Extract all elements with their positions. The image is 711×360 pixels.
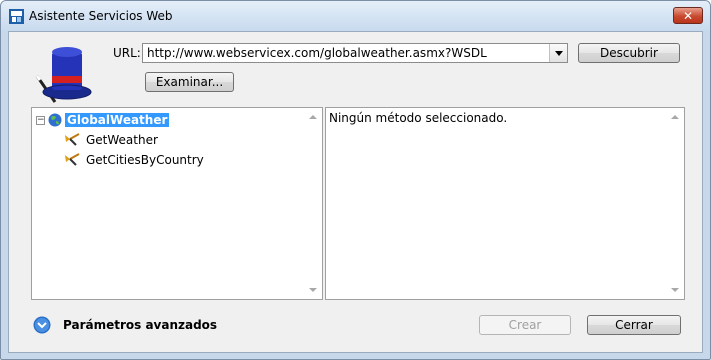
detail-text: Ningún método seleccionado. [329, 111, 508, 125]
close-button-label: Cerrar [615, 318, 653, 332]
wizard-body: URL: http://www.webservicex.com/globalwe… [8, 31, 703, 353]
magic-hat-icon [35, 47, 92, 103]
cancel-close-button[interactable]: Cerrar [587, 315, 681, 335]
globe-icon [48, 113, 62, 127]
discover-button-label: Descubrir [600, 46, 658, 60]
method-label: GetCitiesByCountry [86, 153, 204, 167]
service-tree[interactable]: − GlobalWeather GetWeather GetCitiesByCo… [31, 107, 323, 300]
web-services-wizard-icon [9, 9, 24, 24]
discover-button[interactable]: Descubrir [578, 43, 680, 63]
url-dropdown-button[interactable] [549, 44, 567, 62]
tree-item-getcitiesbycountry[interactable]: GetCitiesByCountry [64, 152, 204, 168]
tree-item-getweather[interactable]: GetWeather [64, 132, 158, 148]
scroll-down-icon[interactable] [671, 288, 679, 292]
create-button[interactable]: Crear [479, 315, 571, 335]
url-combobox[interactable]: http://www.webservicex.com/globalweather… [142, 43, 568, 63]
url-label: URL: [113, 46, 141, 60]
chevron-down-circle-icon[interactable] [33, 316, 51, 334]
scroll-down-icon[interactable] [309, 288, 317, 292]
detail-scrollbar[interactable] [667, 108, 684, 299]
chevron-down-icon [554, 50, 563, 56]
method-label: GetWeather [86, 133, 158, 147]
wizard-window: Asistente Servicios Web ✕ URL: http://ww… [0, 0, 711, 360]
scroll-up-icon[interactable] [309, 115, 317, 119]
tree-root-row[interactable]: − GlobalWeather [36, 112, 170, 128]
collapse-toggle[interactable]: − [36, 115, 45, 125]
method-detail-pane[interactable]: Ningún método seleccionado. [325, 107, 685, 300]
scroll-up-icon[interactable] [671, 115, 679, 119]
tree-scrollbar[interactable] [305, 108, 322, 299]
create-button-label: Crear [508, 318, 542, 332]
tree-item-globalweather[interactable]: GlobalWeather [65, 113, 170, 127]
url-input[interactable]: http://www.webservicex.com/globalweather… [147, 46, 487, 60]
method-icon [65, 133, 80, 146]
browse-button[interactable]: Examinar... [145, 72, 234, 92]
title-bar[interactable]: Asistente Servicios Web ✕ [1, 1, 710, 31]
advanced-parameters-toggle[interactable]: Parámetros avanzados [63, 318, 217, 332]
browse-button-label: Examinar... [155, 75, 224, 89]
close-icon: ✕ [682, 8, 694, 23]
method-icon [65, 153, 80, 166]
close-window-button[interactable]: ✕ [673, 7, 703, 24]
window-title: Asistente Servicios Web [29, 9, 173, 23]
